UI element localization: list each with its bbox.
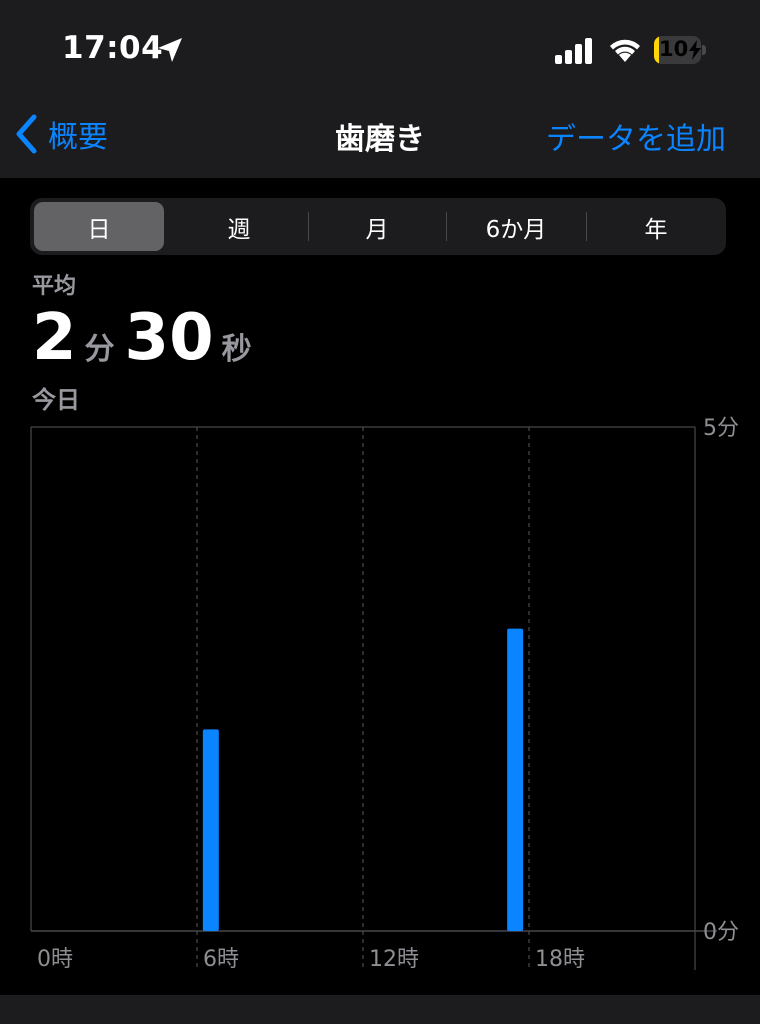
brushing-chart[interactable]: 0時 6時 12時 18時 0分 5分 [0,410,760,990]
x-tick-label: 6時 [203,947,239,972]
segment-month[interactable]: 月 [312,202,442,251]
battery-icon: 10 [654,36,706,64]
average-value: 2 分 30 秒 [32,302,262,374]
segment-month-label: 月 [365,216,389,243]
back-button[interactable]: 概要 [14,112,108,156]
chevron-left-icon [16,114,37,154]
battery-label: 10 [659,37,689,61]
location-arrow-icon [158,38,182,62]
average-minutes: 2 [32,301,77,375]
segment-week-label: 週 [227,216,251,243]
segment-year-label: 年 [644,216,668,243]
x-tick-label: 12時 [369,947,419,972]
segment-day[interactable]: 日 [34,202,164,251]
segment-divider [586,212,587,241]
wifi-icon [610,39,640,62]
average-label: 平均 [32,274,77,299]
segment-divider [308,212,309,241]
battery-nub [702,45,706,55]
cellular-signal-icon [555,38,592,64]
time-range-segmented-control: 日 週 月 6か月 年 [30,198,726,255]
battery-fill [654,36,659,64]
chart-bar [507,628,524,931]
segment-day-label: 日 [87,216,111,243]
chart-bar [202,729,219,931]
x-tick-label: 0時 [37,947,73,972]
average-seconds: 30 [124,301,214,375]
status-time: 17:04 [62,30,164,66]
seconds-unit: 秒 [221,332,252,367]
back-button-label: 概要 [48,120,108,155]
segment-divider [446,212,447,241]
y-tick-label: 0分 [703,920,739,945]
segment-six-months-label: 6か月 [485,216,547,243]
minutes-unit: 分 [84,332,115,367]
x-tick-label: 18時 [535,947,585,972]
segment-week[interactable]: 週 [174,202,304,251]
segment-year[interactable]: 年 [591,202,721,251]
segment-six-months[interactable]: 6か月 [451,202,581,251]
y-tick-label: 5分 [703,416,739,441]
bottom-bar [0,995,760,1024]
add-data-button[interactable]: データを追加 [546,114,726,158]
page-title: 歯磨き [335,122,425,157]
charging-bolt-icon [689,40,701,60]
